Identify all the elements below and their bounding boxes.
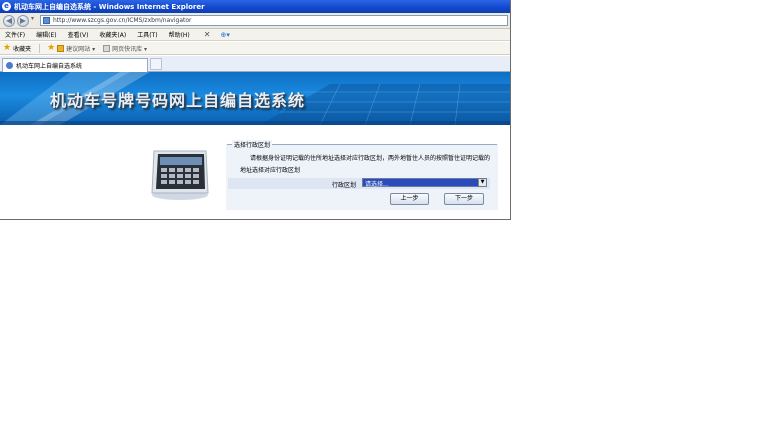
menu-bar: 文件(F) 编辑(E) 查看(V) 收藏夹(A) 工具(T) 帮助(H) ✕ ⊕… — [0, 29, 510, 41]
new-tab-button[interactable] — [150, 58, 162, 70]
keypad-device-illustration — [151, 150, 209, 200]
back-button[interactable]: ◀ — [3, 15, 15, 27]
menu-favorites[interactable]: 收藏夹(A) — [99, 30, 126, 39]
menu-view[interactable]: 查看(V) — [68, 30, 89, 39]
district-label: 行政区划 — [332, 182, 357, 189]
menu-edit[interactable]: 编辑(E) — [36, 30, 56, 39]
district-selected-value: 请选择... — [365, 181, 389, 188]
translate-globe-icon[interactable]: ⊕▾ — [220, 31, 229, 39]
close-icon[interactable]: ✕ — [204, 30, 211, 39]
instruction-text: 请根据身份证明记载的住所地址选择对应行政区划，两外地暂住人员的按照暂住证明记载的… — [240, 155, 491, 174]
fieldset-legend: 选择行政区划 — [232, 140, 273, 149]
forward-button[interactable]: ▶ — [17, 15, 29, 27]
favorites-bar: ★ 收藏夹 ★ 建议网站 ▾ 网页快讯库 ▾ — [0, 42, 510, 55]
menu-tools[interactable]: 工具(T) — [137, 30, 157, 39]
screenshot: e 机动车网上自编自选系统 - Windows Internet Explore… — [0, 0, 780, 438]
prev-step-button[interactable]: 上一步 — [390, 193, 429, 205]
add-favorite-icon[interactable]: ★ — [47, 43, 55, 53]
address-toolbar: ◀ ▶ ▾ http://www.szcgs.gov.cn/ICMS/zxbm/… — [0, 13, 510, 29]
site-banner: 机动车号牌号码网上自编自选系统 — [0, 72, 510, 125]
web-slice-link[interactable]: 网页快讯库 ▾ — [112, 44, 147, 53]
banner-title: 机动车号牌号码网上自编自选系统 — [50, 91, 306, 110]
favorites-star-icon[interactable]: ★ — [3, 43, 11, 53]
menu-help[interactable]: 帮助(H) — [169, 30, 190, 39]
menu-file[interactable]: 文件(F) — [5, 30, 25, 39]
address-input[interactable]: http://www.szcgs.gov.cn/ICMS/zxbm/naviga… — [40, 15, 508, 26]
favorites-button[interactable]: 收藏夹 — [13, 44, 31, 53]
tab-label: 机动车网上自编自选系统 — [16, 63, 83, 70]
web-slice-icon — [103, 44, 111, 52]
address-url: http://www.szcgs.gov.cn/ICMS/zxbm/naviga… — [53, 17, 192, 24]
toolbar-separator — [39, 43, 41, 53]
district-select[interactable]: 请选择... ▼ — [362, 178, 487, 188]
tab-page-icon — [6, 62, 13, 69]
ie-browser-window: e 机动车网上自编自选系统 - Windows Internet Explore… — [0, 0, 511, 220]
page-icon — [43, 17, 50, 24]
chevron-down-icon[interactable]: ▼ — [478, 179, 486, 186]
ie-logo-icon: e — [2, 2, 11, 11]
tab-strip: 机动车网上自编自选系统 — [0, 56, 510, 72]
suggested-sites-icon — [57, 44, 65, 52]
next-step-button[interactable]: 下一步 — [444, 193, 484, 205]
history-dropdown-icon[interactable]: ▾ — [31, 15, 34, 22]
suggested-sites-link[interactable]: 建议网站 ▾ — [66, 44, 95, 53]
window-title: 机动车网上自编自选系统 - Windows Internet Explorer — [14, 2, 205, 11]
page-content: 选择行政区划 请根据身份证明记载的住所地址选择对应行政区划，两外地暂住人员的按照… — [0, 125, 510, 219]
window-titlebar[interactable]: e 机动车网上自编自选系统 - Windows Internet Explore… — [0, 0, 510, 13]
tab-active[interactable]: 机动车网上自编自选系统 — [2, 58, 148, 72]
